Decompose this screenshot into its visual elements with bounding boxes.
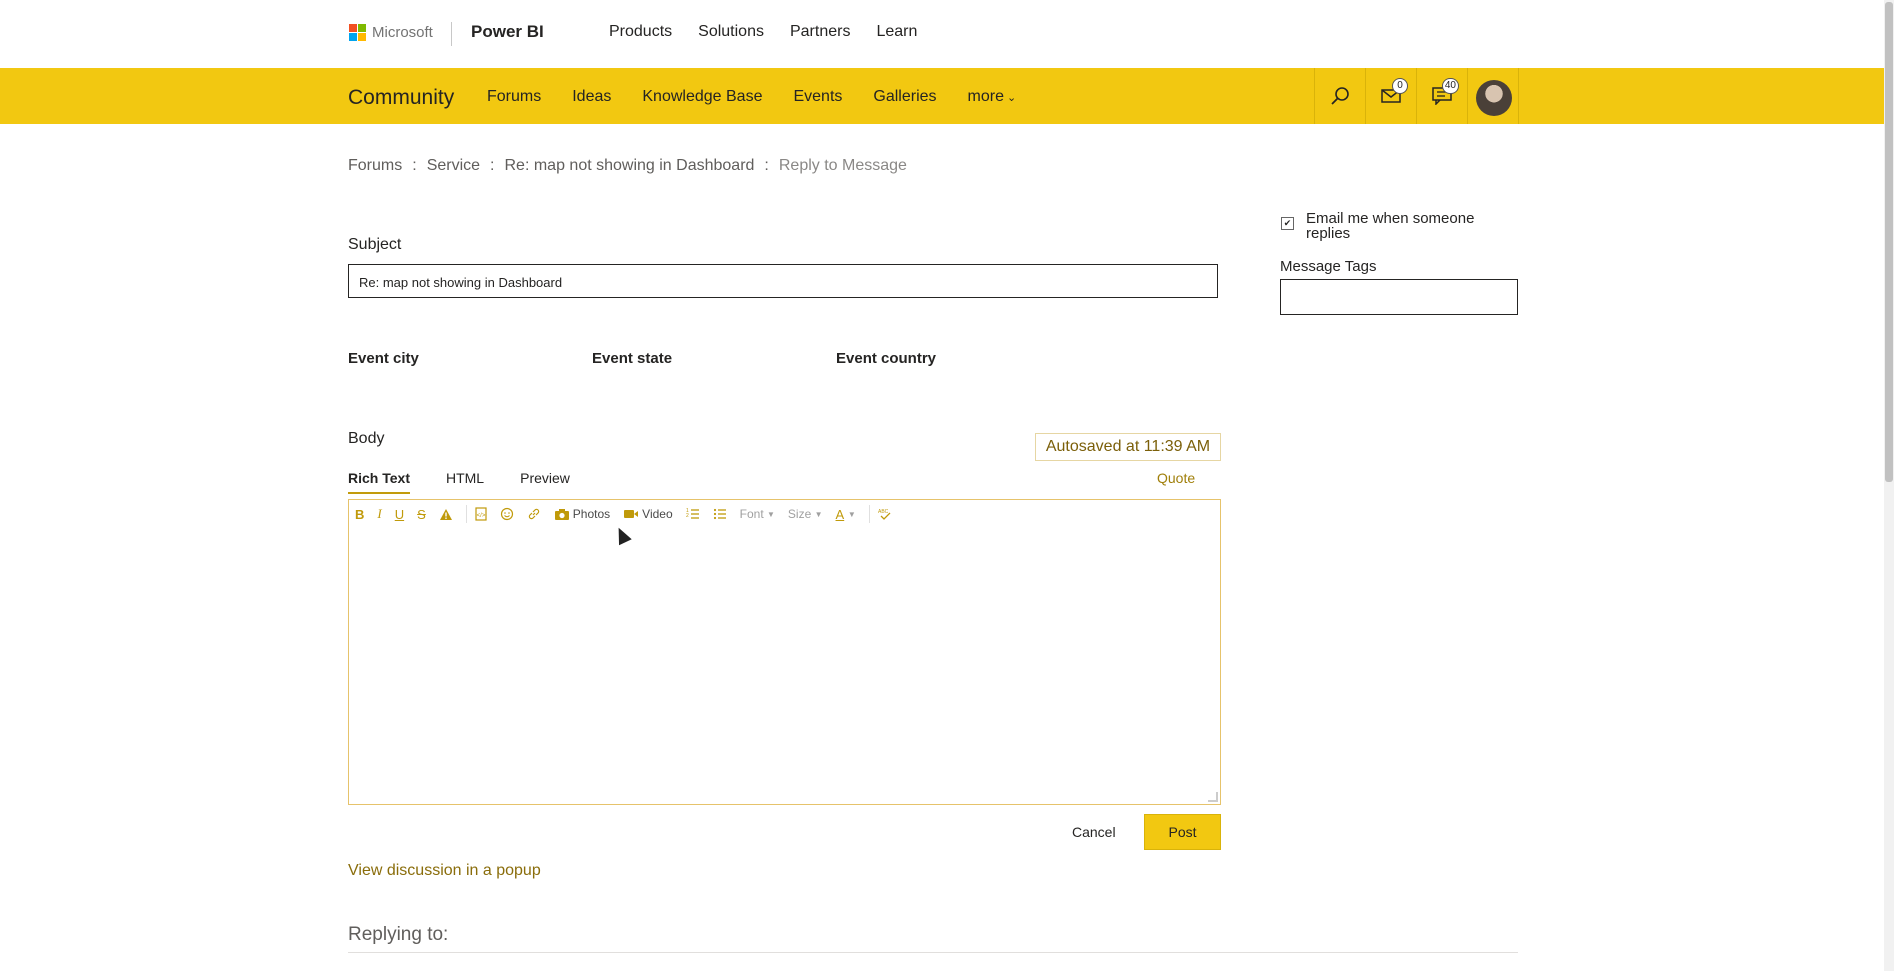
community-nav-galleries[interactable]: Galleries	[873, 88, 936, 106]
body-label: Body	[348, 430, 385, 447]
size-dropdown-label: Size	[787, 507, 812, 521]
emoji-icon	[500, 507, 513, 521]
editor-toolbar: B I U S </> Photos Video 12 Font ▼ Size …	[355, 504, 905, 524]
photos-label: Photos	[572, 507, 611, 521]
code-button[interactable]: </>	[475, 507, 487, 521]
product-name[interactable]: Power BI	[471, 22, 544, 42]
section-divider	[348, 952, 1518, 953]
microsoft-brand-text: Microsoft	[372, 24, 433, 41]
top-nav-partners[interactable]: Partners	[790, 23, 850, 41]
message-tags-label: Message Tags	[1280, 258, 1377, 275]
toolbar-divider	[868, 505, 870, 523]
event-city-label: Event city	[348, 350, 419, 367]
spellcheck-icon: ABC	[878, 509, 891, 520]
community-nav-ideas[interactable]: Ideas	[572, 88, 611, 106]
microsoft-logo-icon	[349, 24, 366, 41]
microsoft-logo[interactable]: Microsoft	[349, 24, 433, 41]
replying-to-heading: Replying to:	[348, 924, 449, 945]
numbered-list-icon: 12	[686, 508, 699, 519]
tab-html[interactable]: HTML	[446, 470, 484, 494]
numbered-list-button[interactable]: 12	[686, 507, 700, 521]
email-notify-checkbox[interactable]: ✔	[1281, 217, 1294, 230]
link-icon	[528, 508, 539, 520]
event-country-label: Event country	[836, 350, 937, 367]
top-nav-learn[interactable]: Learn	[876, 23, 917, 41]
photos-button[interactable]: Photos	[554, 507, 610, 521]
view-discussion-popup-link[interactable]: View discussion in a popup	[348, 862, 541, 880]
spoiler-button[interactable]	[439, 508, 453, 521]
font-dropdown[interactable]: Font ▼	[740, 507, 775, 521]
text-color-icon: A	[835, 506, 845, 522]
community-nav: Forums Ideas Knowledge Base Events Galle…	[487, 88, 1047, 106]
editor-tabs: Rich Text HTML Preview	[348, 470, 606, 494]
svg-text:ABC: ABC	[878, 509, 889, 515]
page-scrollbar[interactable]	[1884, 0, 1894, 971]
breadcrumb-current: Reply to Message	[778, 157, 907, 174]
notifications-button[interactable]: 40	[1416, 68, 1467, 124]
user-avatar[interactable]	[1476, 80, 1512, 116]
italic-button[interactable]: I	[377, 506, 381, 522]
code-file-icon: </>	[475, 507, 487, 521]
emoji-button[interactable]	[500, 507, 514, 521]
underline-button[interactable]: U	[395, 507, 404, 522]
autosave-status: Autosaved at 11:39 AM	[1035, 433, 1221, 461]
top-nav-solutions[interactable]: Solutions	[698, 23, 764, 41]
font-dropdown-label: Font	[739, 507, 764, 521]
camera-icon	[554, 508, 569, 520]
tab-preview[interactable]: Preview	[520, 470, 570, 494]
warning-icon	[439, 508, 452, 520]
post-button[interactable]: Post	[1144, 814, 1221, 850]
rich-text-editor[interactable]: B I U S </> Photos Video 12 Font ▼ Size …	[348, 499, 1221, 805]
breadcrumb-forums[interactable]: Forums	[348, 157, 402, 175]
tab-rich-text[interactable]: Rich Text	[348, 470, 410, 494]
notification-count-badge: 40	[1441, 78, 1459, 94]
bold-button[interactable]: B	[355, 507, 364, 522]
header-divider	[451, 22, 452, 46]
spellcheck-button[interactable]: ABC	[878, 508, 892, 520]
quote-button[interactable]: Quote	[1157, 470, 1195, 486]
bullet-list-icon	[713, 508, 726, 520]
scrollbar-thumb[interactable]	[1885, 2, 1893, 482]
svg-text:</>: </>	[476, 513, 485, 519]
search-icon	[1331, 87, 1349, 105]
community-nav-events[interactable]: Events	[793, 88, 842, 106]
chevron-down-icon: ▼	[847, 509, 856, 519]
mail-button[interactable]: 0	[1365, 68, 1416, 124]
subject-label: Subject	[348, 236, 402, 253]
toolbar-divider	[465, 505, 467, 523]
search-button[interactable]	[1314, 68, 1365, 124]
community-nav-more[interactable]: more	[968, 88, 1017, 106]
video-button[interactable]: Video	[623, 507, 673, 521]
link-button[interactable]	[527, 507, 541, 521]
strikethrough-button[interactable]: S	[417, 507, 426, 522]
breadcrumb-separator: :	[764, 157, 769, 174]
editor-resize-handle[interactable]	[1208, 792, 1218, 802]
svg-text:2: 2	[686, 513, 689, 519]
breadcrumb-service[interactable]: Service	[427, 157, 480, 175]
breadcrumb-separator: :	[490, 157, 495, 174]
subject-input[interactable]: Re: map not showing in Dashboard	[348, 264, 1218, 298]
message-tags-input[interactable]	[1280, 279, 1518, 315]
mail-count-badge: 0	[1392, 78, 1408, 94]
email-notify-label: Email me when someone replies	[1306, 210, 1475, 242]
video-camera-icon	[624, 510, 639, 518]
community-nav-knowledge-base[interactable]: Knowledge Base	[642, 88, 762, 106]
chevron-down-icon: ▼	[767, 509, 775, 519]
top-header: Microsoft Power BI Products Solutions Pa…	[0, 0, 1884, 68]
top-nav-products[interactable]: Products	[609, 23, 672, 41]
community-title[interactable]: Community	[348, 86, 454, 110]
event-state-label: Event state	[592, 350, 673, 367]
community-nav-forums[interactable]: Forums	[487, 88, 541, 106]
cancel-button[interactable]: Cancel	[1072, 824, 1116, 840]
checkmark-icon: ✔	[1283, 218, 1292, 228]
chevron-down-icon: ▼	[814, 509, 823, 519]
breadcrumb-thread[interactable]: Re: map not showing in Dashboard	[505, 157, 755, 175]
bullet-list-button[interactable]	[713, 507, 727, 521]
size-dropdown[interactable]: Size ▼	[788, 507, 823, 521]
top-nav: Products Solutions Partners Learn	[609, 23, 943, 41]
breadcrumb: Forums : Service : Re: map not showing i…	[348, 157, 907, 175]
video-label: Video	[642, 507, 673, 521]
text-color-dropdown[interactable]: A ▼	[836, 507, 856, 522]
breadcrumb-separator: :	[412, 157, 417, 174]
